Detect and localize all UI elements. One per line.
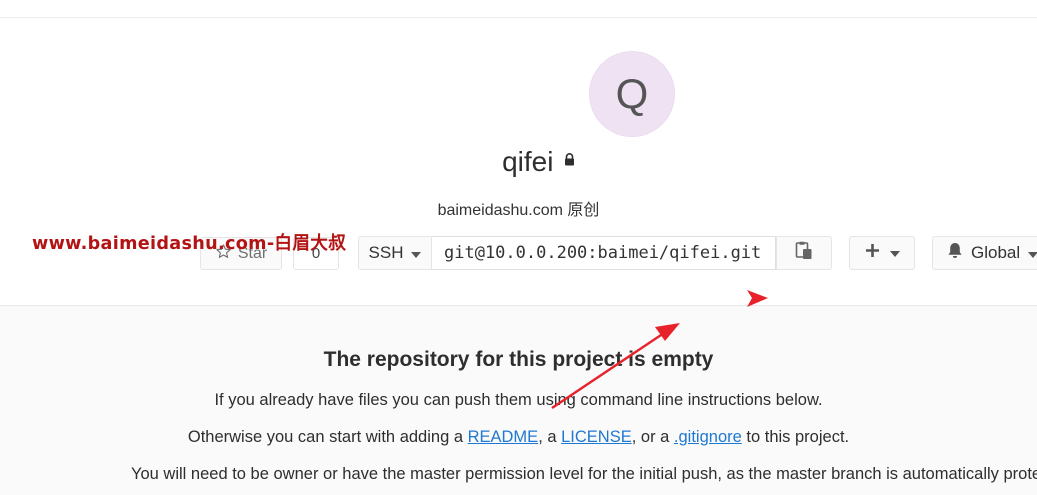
chevron-down-icon [411, 243, 422, 263]
readme-link[interactable]: README [468, 428, 539, 446]
project-name: qifei [502, 146, 554, 177]
add-files-suffix: to this project. [741, 428, 850, 446]
clone-url-input[interactable] [432, 236, 776, 270]
copy-url-button[interactable] [776, 236, 832, 270]
plus-icon [865, 243, 880, 263]
new-item-dropdown[interactable] [849, 236, 915, 270]
project-description: baimeidashu.com 原创 [437, 202, 600, 219]
license-link[interactable]: LICENSE [561, 428, 632, 446]
clipboard-icon [795, 241, 813, 265]
watermark-text: www.baimeidashu.com-白眉大叔 [32, 233, 347, 254]
bell-icon [947, 242, 963, 264]
project-title-row: qifei [0, 146, 1037, 178]
add-files-prefix: Otherwise you can start with adding a [187, 428, 468, 446]
notification-level-label: Global [971, 243, 1021, 262]
avatar-letter: Q [615, 70, 649, 117]
empty-repo-title: The repository for this project is empty [323, 348, 714, 371]
protocol-label: SSH [368, 243, 404, 262]
gitignore-link[interactable]: .gitignore [674, 428, 742, 446]
add-files-sep: , or a [631, 428, 674, 446]
chevron-down-icon [1028, 243, 1037, 263]
empty-repo-push-hint: If you already have files you can push t… [214, 391, 823, 409]
project-avatar: Q [589, 51, 675, 137]
header-divider [0, 17, 1037, 18]
add-files-sep: , a [538, 428, 562, 446]
notification-dropdown[interactable]: Global [932, 236, 1037, 270]
empty-repo-add-files-hint: Otherwise you can start with adding a RE… [0, 428, 1037, 447]
protocol-dropdown[interactable]: SSH [358, 236, 432, 270]
lock-icon [564, 153, 575, 171]
chevron-down-icon [889, 244, 900, 262]
empty-repo-permission-note: You will need to be owner or have the ma… [131, 465, 1037, 483]
